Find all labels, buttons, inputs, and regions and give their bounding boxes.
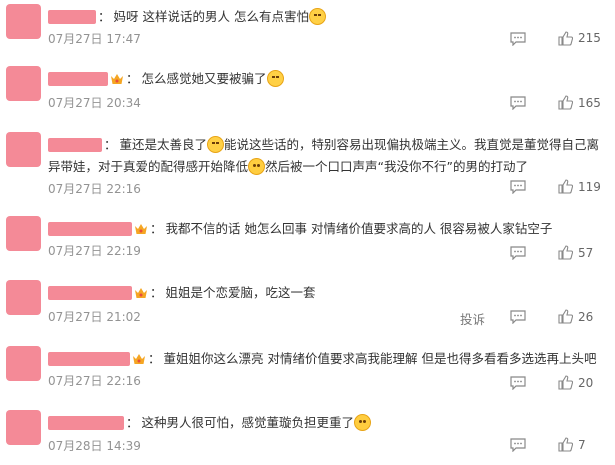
comment-time: 07月27日 17:47 (48, 32, 141, 46)
crown-badge-icon (111, 74, 123, 84)
comment-text: 怎么感觉她又要被骗了 (141, 71, 267, 86)
comment-text: 姐姐是个恋爱脑，吃这一套 (165, 285, 316, 300)
comment-time: 07月27日 22:19 (48, 244, 141, 258)
cry-emoji-icon (354, 414, 372, 431)
colon: ： (150, 285, 163, 300)
laugh-emoji-icon (207, 136, 225, 153)
like-count: 119 (578, 180, 601, 194)
laugh-emoji-icon (308, 8, 326, 25)
thumbs-up-icon[interactable] (558, 95, 573, 110)
username-link[interactable] (48, 72, 108, 86)
comment-line: ：妈呀 这样说话的男人 怎么有点害怕 (48, 6, 603, 28)
comment-line: ：董还是太善良了 能说这些话的，特别容易出现偏执极端主义。我直觉是董觉得自己离异带… (48, 134, 603, 178)
thumbs-up-icon[interactable] (558, 245, 573, 260)
username-link[interactable] (48, 352, 130, 366)
comment-bubble-icon[interactable] (510, 246, 526, 260)
colon: ： (126, 415, 139, 430)
username-link[interactable] (48, 286, 132, 300)
username-link[interactable] (48, 222, 132, 236)
avatar[interactable] (6, 410, 41, 445)
comment-text: 这种男人很可怕，感觉董璇负担更重了 (141, 415, 355, 430)
colon: ： (148, 351, 161, 366)
avatar[interactable] (6, 66, 41, 101)
thumbs-up-icon[interactable] (558, 375, 573, 390)
like-count: 165 (578, 96, 601, 110)
avatar[interactable] (6, 4, 41, 39)
comment-bubble-icon[interactable] (510, 438, 526, 452)
colon: ： (104, 137, 117, 152)
username-link[interactable] (48, 416, 124, 430)
colon: ： (98, 9, 111, 24)
comment-bubble-icon[interactable] (510, 180, 526, 194)
username-link[interactable] (48, 10, 96, 24)
comment-bubble-icon[interactable] (510, 310, 526, 324)
thumbs-up-icon[interactable] (558, 179, 573, 194)
crown-badge-icon (133, 354, 145, 364)
avatar[interactable] (6, 280, 41, 315)
comment-line: ：怎么感觉她又要被骗了 (48, 68, 603, 90)
like-count: 215 (578, 31, 601, 45)
avatar[interactable] (6, 132, 41, 167)
like-count: 7 (578, 438, 586, 452)
crown-badge-icon (135, 288, 147, 298)
comment-text: 然后被一个口口声声“我没你不行”的男的打动了 (265, 159, 528, 174)
cry-emoji-icon (248, 158, 266, 175)
thumbs-up-icon[interactable] (558, 31, 573, 46)
thumbs-up-icon[interactable] (558, 309, 573, 324)
comment-text: 董姐姐你这么漂亮 对情绪价值要求高我能理解 但是也得多看看多选选再上头吧 (163, 351, 597, 366)
comment-bubble-icon[interactable] (510, 96, 526, 110)
like-count: 57 (578, 246, 594, 260)
comment-time: 07月27日 22:16 (48, 374, 141, 388)
colon: ： (126, 71, 139, 86)
comment-time: 07月28日 14:39 (48, 439, 141, 453)
comment-text: 我都不信的话 她怎么回事 对情绪价值要求高的人 很容易被人家钻空子 (165, 221, 553, 236)
avatar[interactable] (6, 346, 41, 381)
comment-time: 07月27日 21:02 (48, 310, 141, 324)
laugh-emoji-icon (266, 70, 284, 87)
username-link[interactable] (48, 138, 102, 152)
comment-line: ：我都不信的话 她怎么回事 对情绪价值要求高的人 很容易被人家钻空子 (48, 218, 603, 240)
report-link[interactable]: 投诉 (460, 309, 485, 328)
comment-time: 07月27日 20:34 (48, 96, 141, 110)
like-count: 20 (578, 376, 594, 390)
thumbs-up-icon[interactable] (558, 437, 573, 452)
comment-line: ：姐姐是个恋爱脑，吃这一套 (48, 282, 603, 304)
comment-bubble-icon[interactable] (510, 376, 526, 390)
comment-text: 董还是太善良了 (119, 137, 208, 152)
comment-bubble-icon[interactable] (510, 32, 526, 46)
crown-badge-icon (135, 224, 147, 234)
comment-line: ：这种男人很可怕，感觉董璇负担更重了 (48, 412, 603, 434)
avatar[interactable] (6, 216, 41, 251)
comment-list: ：妈呀 这样说话的男人 怎么有点害怕 07月27日 17:47 215 ：怎么感… (0, 0, 615, 465)
comment-text: 妈呀 这样说话的男人 怎么有点害怕 (113, 9, 309, 24)
colon: ： (150, 221, 163, 236)
like-count: 26 (578, 310, 594, 324)
comment-time: 07月27日 22:16 (48, 182, 141, 196)
comment-line: ：董姐姐你这么漂亮 对情绪价值要求高我能理解 但是也得多看看多选选再上头吧 (48, 348, 603, 370)
